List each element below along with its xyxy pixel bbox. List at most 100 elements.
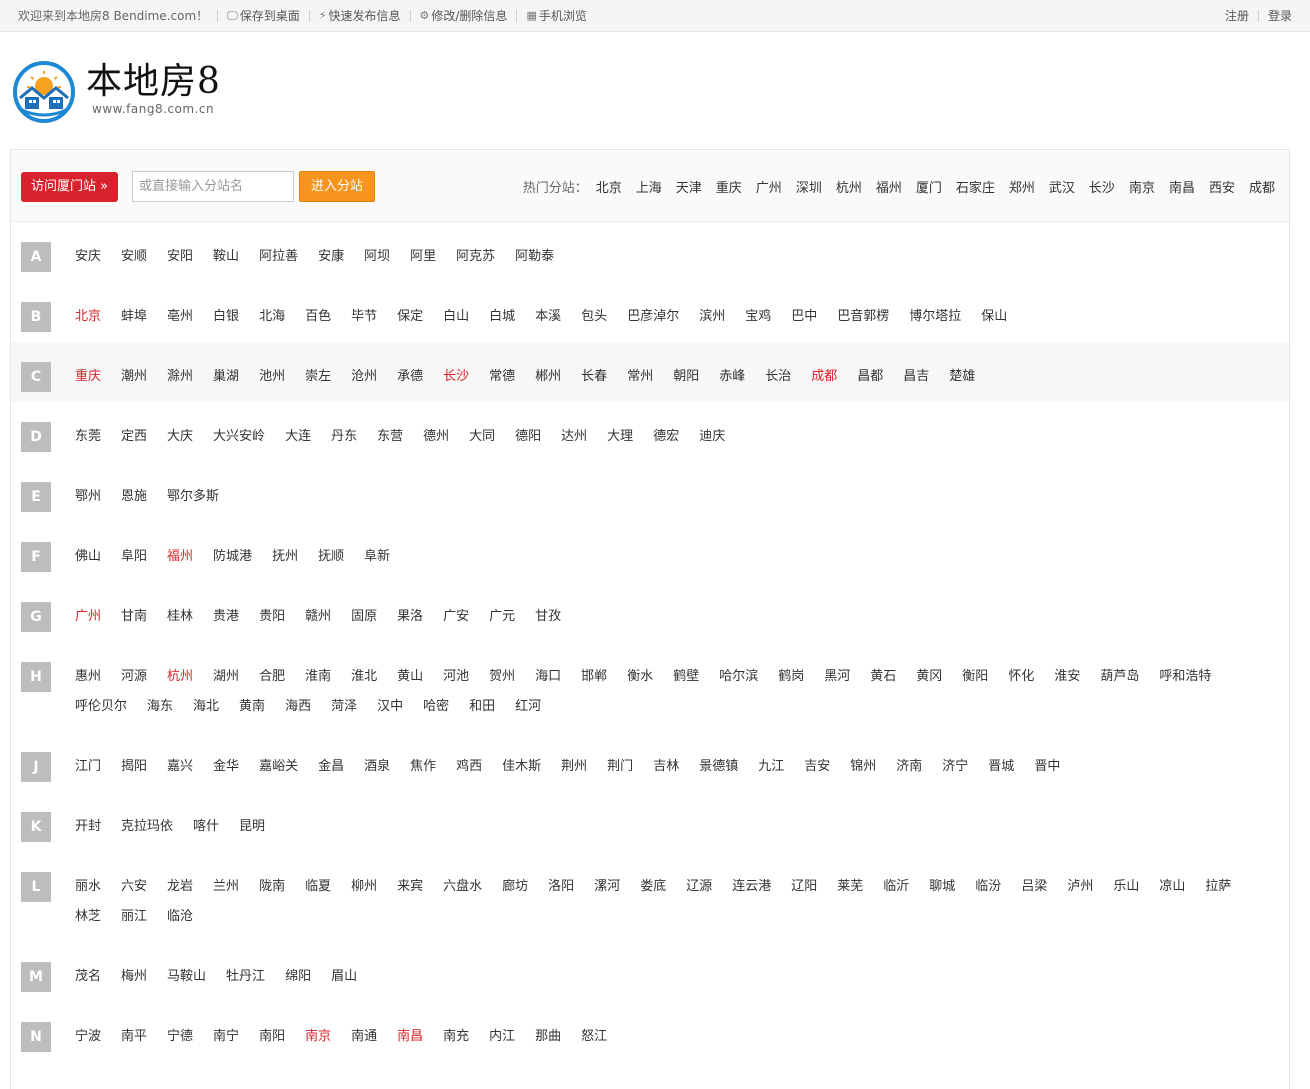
city-link[interactable]: 晋城 [988,752,1014,782]
city-link[interactable]: 定西 [121,422,147,452]
hot-city-link[interactable]: 北京 [596,177,622,196]
city-link[interactable]: 呼和浩特 [1159,662,1211,692]
city-link[interactable]: 南阳 [259,1022,285,1052]
hot-city-link[interactable]: 深圳 [796,177,822,196]
city-link[interactable]: 崇左 [305,362,331,392]
city-link[interactable]: 福州 [167,542,193,572]
city-link[interactable]: 广州 [75,602,101,632]
city-link[interactable]: 鄂州 [75,482,101,512]
city-link[interactable]: 济南 [896,752,922,782]
city-link[interactable]: 济宁 [942,752,968,782]
hot-city-link[interactable]: 成都 [1249,177,1275,196]
city-link[interactable]: 阜阳 [121,542,147,572]
city-link[interactable]: 洛阳 [548,872,574,902]
city-link[interactable]: 林芝 [75,902,101,932]
city-link[interactable]: 南宁 [213,1022,239,1052]
city-link[interactable]: 恩施 [121,482,147,512]
city-link[interactable]: 阜新 [364,542,390,572]
city-link[interactable]: 池州 [259,362,285,392]
station-search-input[interactable] [132,171,294,202]
city-link[interactable]: 昆明 [239,812,265,842]
city-link[interactable]: 黄冈 [916,662,942,692]
edit-delete-link[interactable]: ⚙ 修改/删除信息 [420,7,508,24]
city-link[interactable]: 淮南 [305,662,331,692]
city-link[interactable]: 桂林 [167,602,193,632]
city-link[interactable]: 昌吉 [903,362,929,392]
city-link[interactable]: 吕梁 [1021,872,1047,902]
city-link[interactable]: 牡丹江 [226,962,265,992]
city-link[interactable]: 广安 [443,602,469,632]
city-link[interactable]: 九江 [758,752,784,782]
city-link[interactable]: 临沧 [167,902,193,932]
city-link[interactable]: 大连 [285,422,311,452]
hot-city-link[interactable]: 石家庄 [956,177,995,196]
city-link[interactable]: 怀化 [1008,662,1034,692]
city-link[interactable]: 贺州 [489,662,515,692]
city-link[interactable]: 哈尔滨 [719,662,758,692]
city-link[interactable]: 鄂尔多斯 [167,482,219,512]
save-to-desktop-link[interactable]: 🖵 保存到桌面 [227,7,300,24]
city-link[interactable]: 南平 [121,1022,147,1052]
city-link[interactable]: 保定 [397,302,423,332]
city-link[interactable]: 阿勒泰 [515,242,554,272]
city-link[interactable]: 安庆 [75,242,101,272]
city-link[interactable]: 合肥 [259,662,285,692]
hot-city-link[interactable]: 上海 [636,177,662,196]
city-link[interactable]: 滁州 [167,362,193,392]
city-link[interactable]: 黑河 [824,662,850,692]
visit-xiamen-button[interactable]: 访问厦门站 » [21,172,119,202]
hot-city-link[interactable]: 杭州 [836,177,862,196]
city-link[interactable]: 呼伦贝尔 [75,692,127,722]
city-link[interactable]: 梅州 [121,962,147,992]
login-link[interactable]: 登录 [1268,7,1292,24]
mobile-browse-link[interactable]: ▦ 手机浏览 [526,7,586,24]
city-link[interactable]: 蚌埠 [121,302,147,332]
city-link[interactable]: 黄石 [870,662,896,692]
city-link[interactable]: 甘孜 [535,602,561,632]
city-link[interactable]: 那曲 [535,1022,561,1052]
city-link[interactable]: 葫芦岛 [1100,662,1139,692]
city-link[interactable]: 邯郸 [581,662,607,692]
city-link[interactable]: 荆门 [607,752,633,782]
city-link[interactable]: 吉安 [804,752,830,782]
city-link[interactable]: 河源 [121,662,147,692]
city-link[interactable]: 白城 [489,302,515,332]
city-link[interactable]: 临汾 [975,872,1001,902]
city-link[interactable]: 东莞 [75,422,101,452]
city-link[interactable]: 长治 [765,362,791,392]
city-link[interactable]: 鸡西 [456,752,482,782]
city-link[interactable]: 赣州 [305,602,331,632]
city-link[interactable]: 大兴安岭 [213,422,265,452]
city-link[interactable]: 拉萨 [1205,872,1231,902]
city-link[interactable]: 河池 [443,662,469,692]
city-link[interactable]: 淮北 [351,662,377,692]
city-link[interactable]: 鞍山 [213,242,239,272]
city-link[interactable]: 东营 [377,422,403,452]
city-link[interactable]: 长春 [581,362,607,392]
city-link[interactable]: 抚顺 [318,542,344,572]
city-link[interactable]: 海东 [147,692,173,722]
city-link[interactable]: 宁德 [167,1022,193,1052]
city-link[interactable]: 防城港 [213,542,252,572]
city-link[interactable]: 酒泉 [364,752,390,782]
city-link[interactable]: 内江 [489,1022,515,1052]
city-link[interactable]: 连云港 [732,872,771,902]
city-link[interactable]: 长沙 [443,362,469,392]
city-link[interactable]: 怒江 [581,1022,607,1052]
hot-city-link[interactable]: 长沙 [1089,177,1115,196]
city-link[interactable]: 阿克苏 [456,242,495,272]
city-link[interactable]: 嘉兴 [167,752,193,782]
city-link[interactable]: 昌都 [857,362,883,392]
city-link[interactable]: 阿里 [410,242,436,272]
city-link[interactable]: 安康 [318,242,344,272]
city-link[interactable]: 佛山 [75,542,101,572]
city-link[interactable]: 凉山 [1159,872,1185,902]
city-link[interactable]: 海口 [535,662,561,692]
city-link[interactable]: 眉山 [331,962,357,992]
hot-city-link[interactable]: 广州 [756,177,782,196]
city-link[interactable]: 南京 [305,1022,331,1052]
city-link[interactable]: 保山 [981,302,1007,332]
city-link[interactable]: 包头 [581,302,607,332]
city-link[interactable]: 赤峰 [719,362,745,392]
hot-city-link[interactable]: 南昌 [1169,177,1195,196]
